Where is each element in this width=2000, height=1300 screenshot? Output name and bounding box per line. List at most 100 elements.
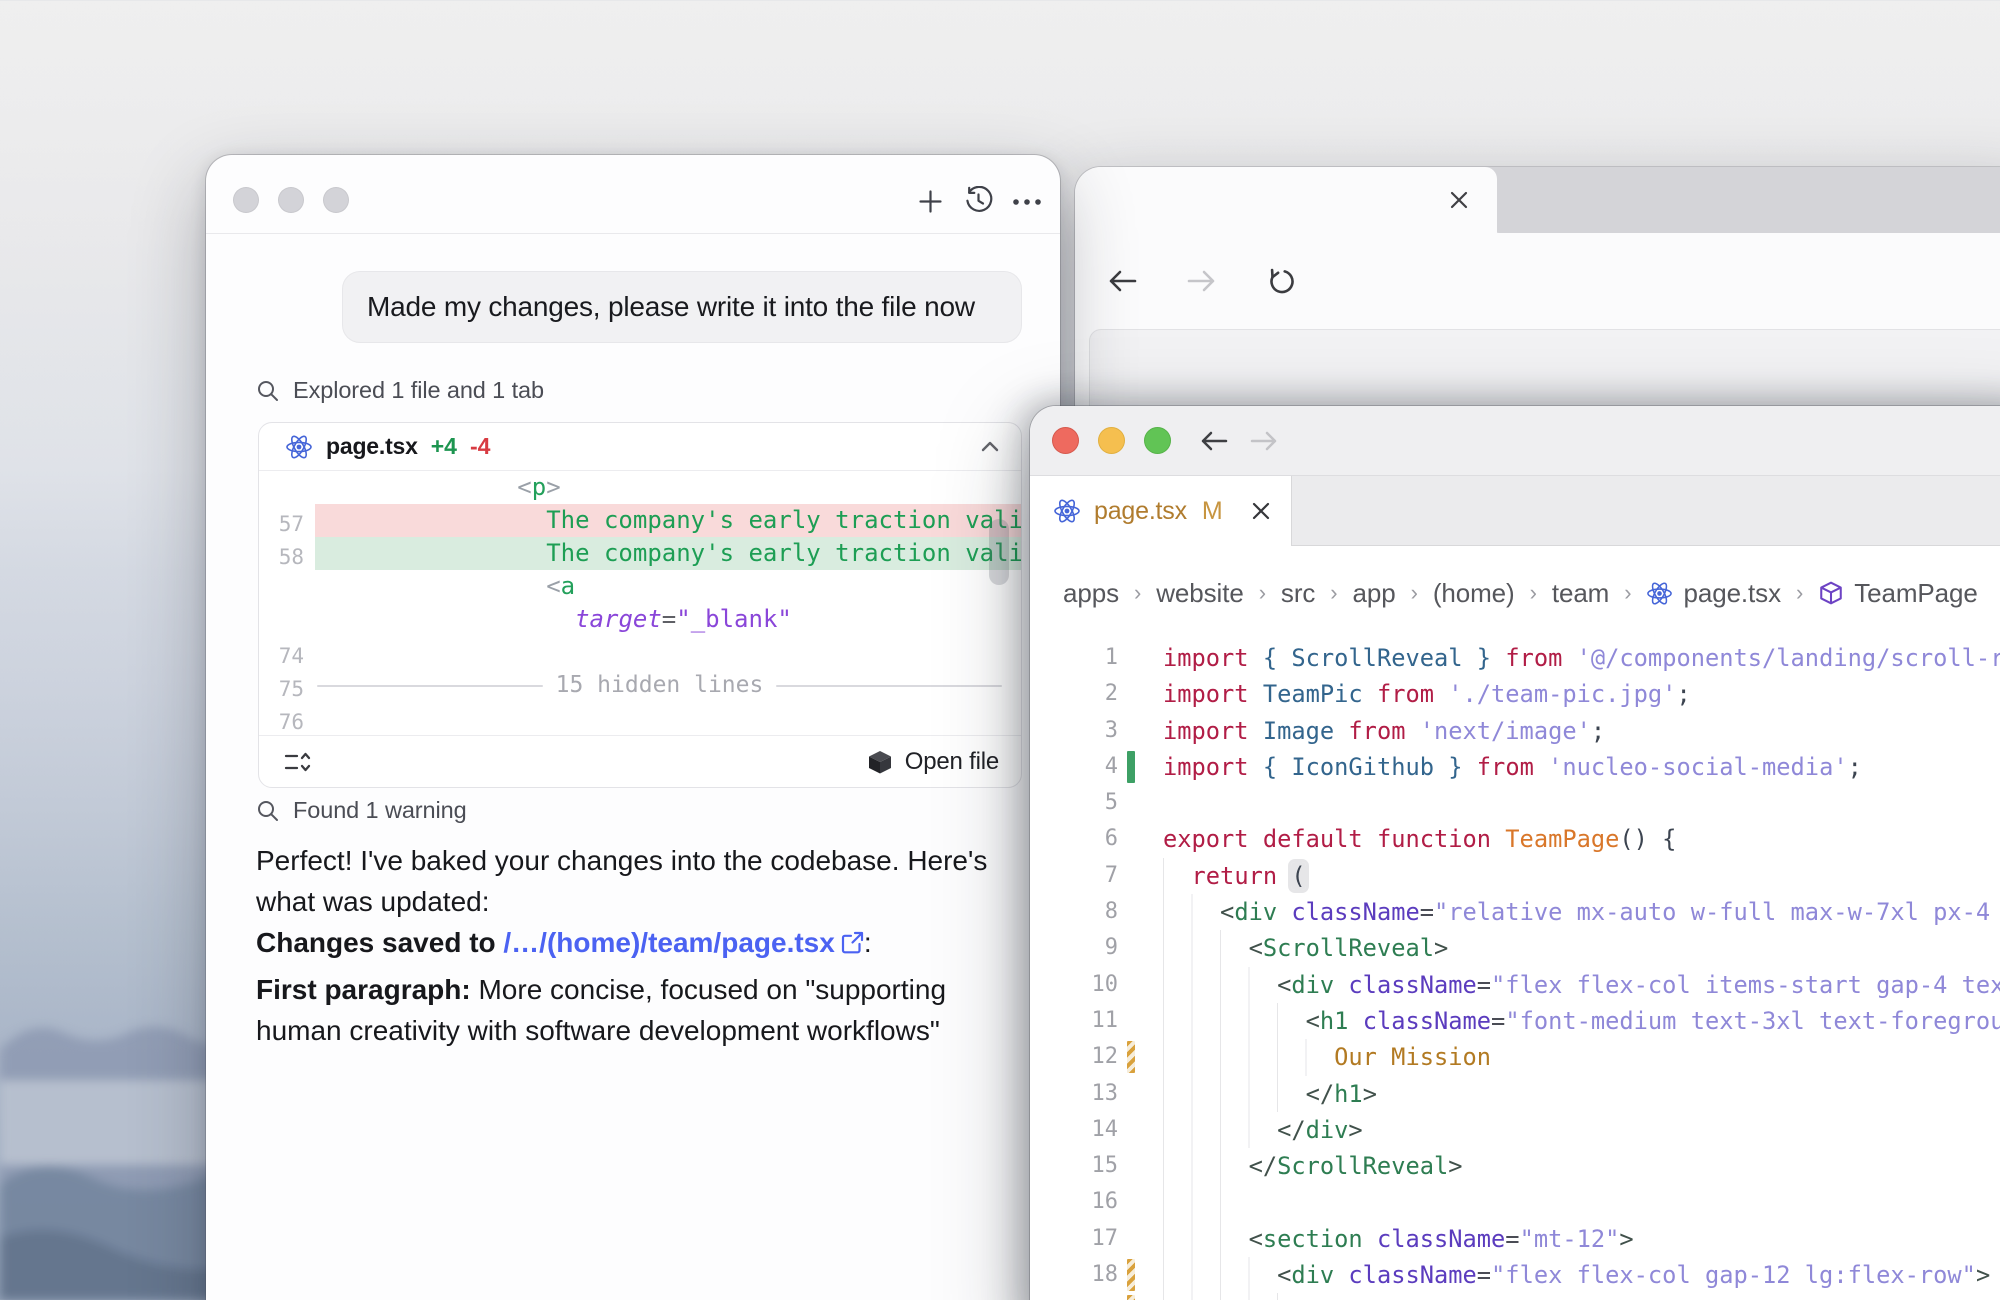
breadcrumb-separator-icon: › (1330, 580, 1337, 606)
browser-tab[interactable] (1075, 167, 1497, 233)
code-token: "font-medium text-3xl text-foreground" (1505, 1007, 2000, 1035)
chat-titlebar-divider (206, 233, 1060, 234)
assistant-paragraph-2-tail: : (864, 927, 872, 958)
status-explored[interactable]: Explored 1 file and 1 tab (256, 377, 544, 404)
code-line-8[interactable]: 8 <div className="relative mx-auto w-ful… (1030, 894, 2000, 930)
code-token: div (1306, 1116, 1349, 1144)
editor-tabbar: page.tsx M (1030, 476, 2000, 546)
code-line-11[interactable]: 11 <h1 className="font-medium text-3xl t… (1030, 1003, 2000, 1039)
breadcrumb: apps›website›src›app›(home)›team›page.ts… (1030, 546, 2000, 640)
code-line-19[interactable]: 19 {/* Main content - text */} (1030, 1293, 2000, 1300)
traffic-light-zoom-icon[interactable] (1144, 427, 1171, 454)
code-line-4[interactable]: 4import { IconGithub } from 'nucleo-soci… (1030, 749, 2000, 785)
code-token: = (1477, 971, 1491, 999)
code-token: div (1234, 898, 1277, 926)
traffic-light-minimize-icon[interactable] (278, 187, 304, 213)
first-paragraph-label: First paragraph: (256, 974, 471, 1005)
external-link-icon (841, 931, 864, 954)
hidden-lines-divider[interactable]: 15 hidden lines (259, 669, 1021, 702)
code-line-16[interactable]: 16 (1030, 1184, 2000, 1220)
code-text: </div> (1163, 1112, 2000, 1148)
code-line-6[interactable]: 6export default function TeamPage() { (1030, 821, 2000, 857)
diff-card-header[interactable]: page.tsx +4 -4 (259, 423, 1021, 471)
code-token: ( (1291, 862, 1305, 890)
code-token: < (1277, 1261, 1291, 1289)
code-token: ; (1676, 680, 1690, 708)
diff-token: a (561, 572, 575, 600)
reload-icon[interactable] (1265, 264, 1299, 298)
code-line-15[interactable]: 15 </ScrollReveal> (1030, 1148, 2000, 1184)
code-token: < (1277, 971, 1291, 999)
editor-titlebar (1030, 406, 2000, 476)
forward-arrow-icon[interactable] (1248, 426, 1280, 456)
code-token (1277, 898, 1291, 926)
code-token: div (1291, 1261, 1334, 1289)
code-line-7[interactable]: 7 return ( (1030, 858, 2000, 894)
code-line-2[interactable]: 2import TeamPic from './team-pic.jpg'; (1030, 676, 2000, 712)
code-token: import (1163, 644, 1249, 672)
code-line-3[interactable]: 3import Image from 'next/image'; (1030, 713, 2000, 749)
code-token (1363, 1225, 1377, 1253)
box-icon (1818, 580, 1844, 606)
code-text: <section className="mt-12"> (1163, 1221, 2000, 1257)
code-token: h1 (1334, 1080, 1363, 1108)
react-icon (1053, 497, 1081, 525)
history-glyph (964, 186, 993, 215)
breadcrumb-item-pagetsx[interactable]: page.tsx (1646, 578, 1781, 609)
close-icon[interactable] (1446, 187, 1472, 213)
breadcrumb-separator-icon: › (1411, 580, 1418, 606)
code-line-1[interactable]: 1import { ScrollReveal } from '@/compone… (1030, 640, 2000, 676)
plus-icon[interactable] (918, 189, 943, 214)
code-text: <ScrollReveal> (1163, 930, 2000, 966)
breadcrumb-item-team[interactable]: team (1552, 578, 1609, 609)
code-token: () { (1619, 825, 1676, 853)
code-token (1363, 680, 1377, 708)
close-icon[interactable] (1249, 499, 1273, 523)
traffic-light-close-icon[interactable] (1052, 427, 1079, 454)
cube-icon (867, 749, 893, 775)
code-line-13[interactable]: 13 </h1> (1030, 1076, 2000, 1112)
code-line-18[interactable]: 18 <div className="flex flex-col gap-12 … (1030, 1257, 2000, 1293)
forward-arrow-icon[interactable] (1185, 265, 1219, 297)
diff-code-text: The company's early traction validated t… (315, 504, 1021, 537)
line-number: 8 (1030, 894, 1118, 930)
breadcrumb-separator-icon: › (1259, 580, 1266, 606)
traffic-light-zoom-icon[interactable] (323, 187, 349, 213)
breadcrumb-item-src[interactable]: src (1281, 578, 1315, 609)
diff-code-text: <a (315, 570, 1021, 603)
code-token (1348, 1007, 1362, 1035)
breadcrumb-item-website[interactable]: website (1156, 578, 1243, 609)
traffic-light-minimize-icon[interactable] (1098, 427, 1125, 454)
line-number: 6 (1030, 821, 1118, 857)
breadcrumb-separator-icon: › (1624, 580, 1631, 606)
editor-tab-pagetsx[interactable]: page.tsx M (1030, 476, 1292, 546)
file-link[interactable]: /…/(home)/team/page.tsx (503, 927, 863, 958)
ellipsis-icon[interactable] (1012, 198, 1046, 206)
code-text: import TeamPic from './team-pic.jpg'; (1163, 676, 2000, 712)
history-icon[interactable] (964, 186, 993, 215)
breadcrumb-item-app[interactable]: app (1353, 578, 1396, 609)
code-token: > (1363, 1080, 1377, 1108)
list-chevrons-icon[interactable] (283, 748, 311, 776)
code-line-10[interactable]: 10 <div className="flex flex-col items-s… (1030, 967, 2000, 1003)
code-token: TeamPage (1505, 825, 1619, 853)
breadcrumb-item-home[interactable]: (home) (1433, 578, 1515, 609)
code-line-17[interactable]: 17 <section className="mt-12"> (1030, 1221, 2000, 1257)
code-token (1562, 644, 1576, 672)
code-line-12[interactable]: 12 Our Mission (1030, 1039, 2000, 1075)
diff-file-name: page.tsx (326, 433, 418, 460)
back-arrow-icon[interactable] (1198, 426, 1230, 456)
code-line-9[interactable]: 9 <ScrollReveal> (1030, 930, 2000, 966)
breadcrumb-item-apps[interactable]: apps (1063, 578, 1119, 609)
code-line-14[interactable]: 14 </div> (1030, 1112, 2000, 1148)
traffic-light-close-icon[interactable] (233, 187, 259, 213)
breadcrumb-item-teampage[interactable]: TeamPage (1818, 578, 1978, 609)
code-line-5[interactable]: 5 (1030, 785, 2000, 821)
status-warning[interactable]: Found 1 warning (256, 797, 467, 824)
line-number: 4 (1030, 749, 1118, 785)
chevron-up-icon[interactable] (977, 434, 1003, 460)
back-arrow-icon[interactable] (1105, 265, 1139, 297)
code-token: </ (1277, 1116, 1306, 1144)
open-file-button[interactable]: Open file (867, 748, 999, 776)
file-link-label: /…/(home)/team/page.tsx (503, 927, 834, 958)
